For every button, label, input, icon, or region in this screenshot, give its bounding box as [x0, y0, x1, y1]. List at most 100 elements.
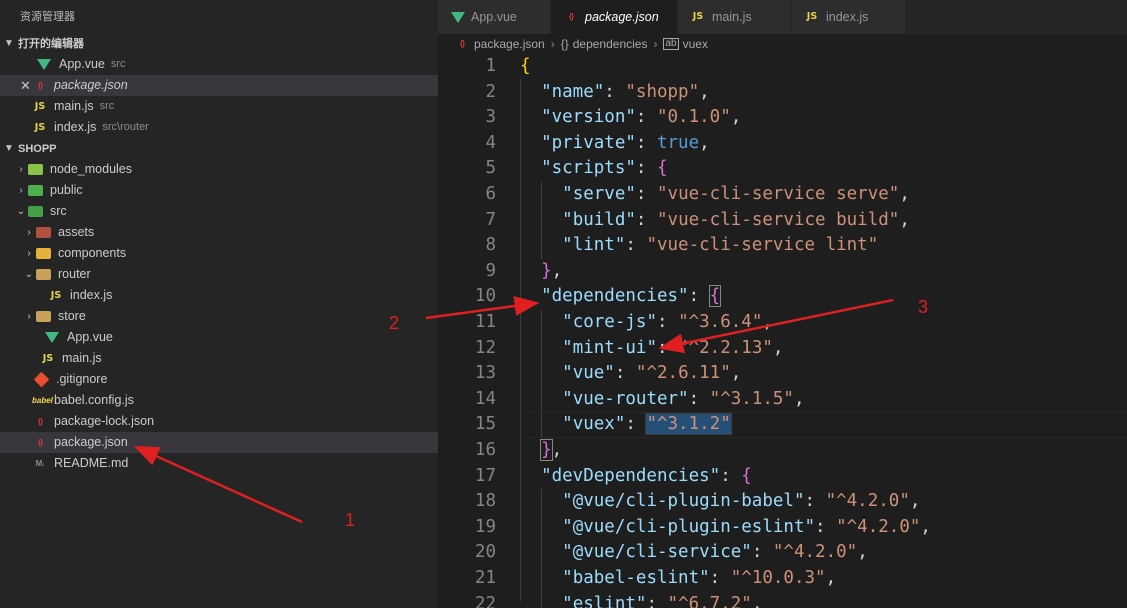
json-key: "build" [562, 209, 636, 230]
tree-item-index-js[interactable]: JS index.js [0, 285, 438, 306]
json-value: "vue-cli-service lint" [646, 235, 879, 256]
json-value: "^4.2.0" [836, 516, 921, 537]
chevron-right-icon: › [550, 37, 555, 51]
chevron-right-icon: › [27, 311, 31, 322]
open-editors-header[interactable]: ▼ 打开的编辑器 [0, 34, 438, 54]
tree-item-label: public [50, 183, 83, 197]
git-icon [33, 371, 50, 388]
open-editor-item-package-json[interactable]: ✕ {} package.json [0, 75, 438, 96]
tree-item-package-lock-json[interactable]: {} package-lock.json [0, 411, 438, 432]
vue-icon [45, 332, 59, 343]
breadcrumb: {} package.json › {} dependencies › ab v… [438, 34, 1127, 54]
tree-item-label: assets [58, 225, 95, 239]
tree-item-package-json[interactable]: {} package.json [0, 432, 438, 453]
line-number: 3 [485, 107, 496, 128]
close-icon[interactable]: ✕ [20, 75, 31, 96]
open-editor-item-app-vue[interactable]: App.vue src [0, 54, 438, 75]
json-value: "^3.6.4" [678, 312, 763, 332]
json-key: "devDependencies" [541, 465, 721, 486]
tree-item-label: babel.config.js [54, 393, 134, 407]
line-number: 22 [474, 593, 496, 608]
tree-item-label: App.vue [67, 330, 113, 344]
breadcrumb-file[interactable]: package.json [474, 34, 545, 54]
json-icon: {} [568, 12, 574, 21]
line-number: 6 [485, 184, 496, 204]
markdown-icon: M↓ [35, 458, 46, 468]
json-value: "shopp" [625, 81, 700, 102]
open-editor-name: App.vue [59, 57, 105, 71]
line-number: 14 [474, 388, 496, 409]
json-value: "vue-cli-service serve" [657, 184, 900, 204]
tree-item-store[interactable]: › store [0, 306, 438, 327]
json-key: "eslint" [562, 593, 647, 608]
tree-item-label: src [50, 204, 67, 218]
project-header[interactable]: ▼ SHOPP [0, 139, 438, 159]
json-key: "mint-ui" [562, 337, 657, 358]
breadcrumb-leaf[interactable]: vuex [683, 34, 708, 54]
breadcrumb-symbol[interactable]: dependencies [573, 34, 648, 54]
open-editor-item-main-js[interactable]: JS main.js src [0, 96, 438, 117]
folder-icon [28, 185, 43, 196]
json-value: "^2.2.13" [678, 337, 773, 358]
js-icon: JS [50, 289, 62, 301]
open-editors-label: 打开的编辑器 [18, 38, 84, 50]
tree-item-router[interactable]: ⌄ router [0, 264, 438, 285]
open-editor-name: main.js [54, 99, 94, 113]
js-icon: JS [806, 11, 818, 22]
json-key: "serve" [562, 184, 636, 204]
code-editor[interactable]: 1{ 2 "name": "shopp", 3 "version": "0.1.… [438, 54, 1127, 608]
tree-item-public[interactable]: › public [0, 180, 438, 201]
chevron-down-icon: ⌄ [24, 269, 34, 280]
json-key: "scripts" [541, 158, 636, 179]
line-number: 4 [485, 132, 496, 153]
string-icon: ab [663, 38, 679, 50]
line-number: 12 [474, 337, 496, 358]
tree-item-src[interactable]: ⌄ src [0, 201, 438, 222]
tab-app-vue[interactable]: App.vue [438, 0, 551, 34]
tab-index-js[interactable]: JS index.js [792, 0, 906, 34]
explorer-sidebar: 资源管理器 ▼ 打开的编辑器 App.vue src ✕ {} package.… [0, 0, 438, 608]
tree-item-main-js[interactable]: JS main.js [0, 348, 438, 369]
open-editor-desc: src\router [102, 121, 149, 133]
tree-item-label: index.js [70, 288, 113, 302]
line-number: 1 [485, 56, 496, 76]
tree-item-label: .gitignore [56, 372, 108, 386]
json-key: "lint" [562, 235, 626, 256]
folder-icon [36, 248, 51, 259]
chevron-right-icon: › [27, 248, 31, 259]
open-editor-desc: src [110, 58, 126, 70]
tree-item-label: README.md [54, 456, 129, 470]
json-value: true [656, 132, 700, 153]
js-icon: JS [692, 11, 704, 22]
open-editor-desc: src [99, 100, 115, 112]
json-value: "^4.2.0" [772, 542, 858, 563]
line-number: 15 [474, 414, 496, 435]
folder-icon [28, 206, 43, 217]
line-number: 2 [485, 81, 496, 102]
json-value: "^2.6.11" [635, 363, 731, 384]
tree-item-readme[interactable]: M↓ README.md [0, 453, 438, 474]
json-value-selected: "^3.1.2" [645, 413, 732, 436]
tab-package-json[interactable]: {} package.json [551, 0, 678, 34]
tree-item-assets[interactable]: › assets [0, 222, 438, 243]
tree-item-app-vue[interactable]: App.vue [0, 327, 438, 348]
line-number: 20 [474, 542, 496, 563]
tree-item-babel-config[interactable]: babel babel.config.js [0, 390, 438, 411]
open-editor-item-index-js[interactable]: JS index.js src\router [0, 117, 438, 138]
tree-item-node-modules[interactable]: › node_modules [0, 159, 438, 180]
open-editor-name: index.js [54, 120, 97, 134]
tree-item-gitignore[interactable]: .gitignore [0, 369, 438, 390]
annotation-number-3: 3 [918, 297, 929, 317]
json-value: "^6.7.2" [667, 593, 752, 608]
folder-icon [36, 269, 51, 280]
tab-main-js[interactable]: JS main.js [678, 0, 792, 34]
js-icon: JS [34, 121, 46, 133]
chevron-right-icon: › [27, 227, 31, 238]
tree-item-components[interactable]: › components [0, 243, 438, 264]
tab-label: App.vue [471, 10, 517, 24]
annotation-number-2: 2 [389, 313, 400, 333]
json-icon: {} [37, 437, 43, 447]
json-icon: {} [37, 416, 43, 426]
json-key: "private" [541, 132, 636, 153]
chevron-right-icon: › [19, 164, 23, 175]
